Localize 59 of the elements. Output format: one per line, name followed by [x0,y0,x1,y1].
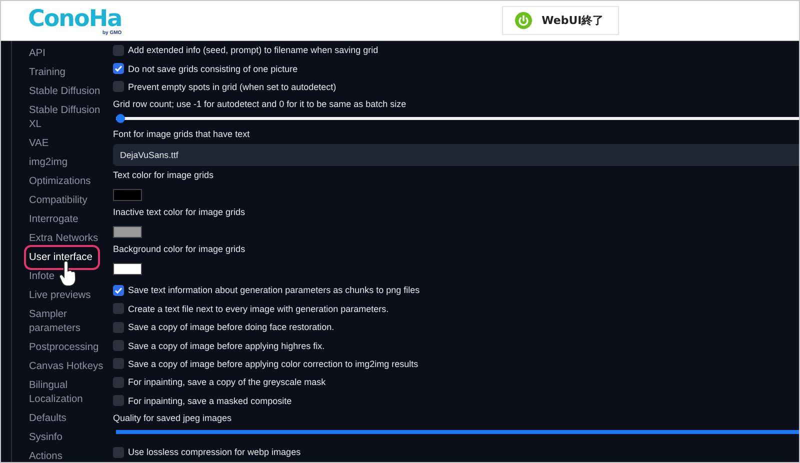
sidebar-item[interactable]: Sysinfo [29,428,105,447]
checkbox-label: Create a text file next to every image with generation parameters. [128,304,389,314]
sidebar-item[interactable]: img2img [29,153,105,172]
checkbox[interactable] [113,358,124,370]
input-field[interactable]: DejaVuSans.ttf [113,144,799,166]
checkbox[interactable] [113,284,124,296]
sidebar-item[interactable]: Infote [29,267,105,286]
checkbox[interactable] [113,63,124,74]
color-label: Inactive text color for image grids [113,207,246,218]
checkbox[interactable] [113,44,124,56]
color-swatch[interactable] [113,226,142,238]
checkbox-label: Do not save grids consisting of one picture [128,64,298,74]
checkbox-label: Save a copy of image before applying color correction to img2img results [128,358,418,369]
sidebar-item[interactable]: Compatibility [29,191,105,210]
power-icon [514,12,532,29]
sidebar-item[interactable]: User interface [27,248,97,267]
sidebar-item[interactable]: Live previews [29,286,105,305]
field-label: Font for image grids that have text [113,129,251,140]
sidebar-item[interactable]: Stable Diffusion [29,82,105,101]
color-label: Text color for image grids [113,170,215,182]
sidebar-item[interactable]: API [29,44,105,63]
slider-label: Grid row count; use -1 for autodetect and 0 for it to be same as batch size [113,99,408,110]
sidebar-item[interactable]: Stable Diffusion XL [29,101,105,134]
sidebar-item[interactable]: Bilingual Localization [29,376,105,409]
sidebar-item[interactable]: VAE [29,134,105,153]
checkbox-label: For inpainting, save a copy of the greyscale mask [128,377,326,388]
sidebar-item[interactable]: Postprocessing [29,338,105,357]
slider-track[interactable] [116,428,799,437]
stop-button[interactable]: WebUI終了 [502,6,619,35]
slider-track[interactable] [116,114,799,124]
checkbox-label: Save a copy of image before applying highres fix. [128,340,325,351]
sidebar-item[interactable]: Interrogate [29,210,105,229]
sidebar-item[interactable]: Actions [29,447,105,462]
checkbox-label: Add extended info (seed, prompt) to filename when saving grid [128,45,378,56]
color-swatch[interactable] [113,189,142,202]
checkbox-label: Prevent empty spots in grid (when set to autodetect) [128,82,336,92]
sidebar-item[interactable]: Extra Networks [29,229,105,248]
checkbox[interactable] [113,81,124,92]
checkbox-label: Save a copy of image before doing face restoration. [128,322,334,332]
checkbox-label: Use lossless compression for webp images [128,447,301,458]
sidebar-item[interactable]: Defaults [29,409,105,428]
checkbox[interactable] [113,303,124,314]
checkbox-label: For inpainting, save a masked composite [128,396,292,406]
slider-thumb[interactable] [116,114,125,124]
slider-label: Quality for saved jpeg images [113,412,233,424]
checkbox-label: Save text information about generation parameters as chunks to png files [128,285,420,296]
checkbox[interactable] [113,322,124,333]
checkbox[interactable] [113,340,124,352]
sidebar-item[interactable]: Training [29,63,105,82]
sidebar-item[interactable]: Canvas Hotkeys [29,357,105,376]
sidebar-item[interactable]: Sampler parameters [29,305,105,338]
color-label: Background color for image grids [113,244,246,256]
hand-cursor-icon [59,261,77,287]
checkbox[interactable] [113,395,124,406]
sidebar-item[interactable]: Optimizations [29,172,105,191]
logo: ConoHa [28,6,122,32]
checkbox[interactable] [113,376,124,388]
color-swatch[interactable] [113,263,142,276]
checkbox[interactable] [113,446,124,458]
